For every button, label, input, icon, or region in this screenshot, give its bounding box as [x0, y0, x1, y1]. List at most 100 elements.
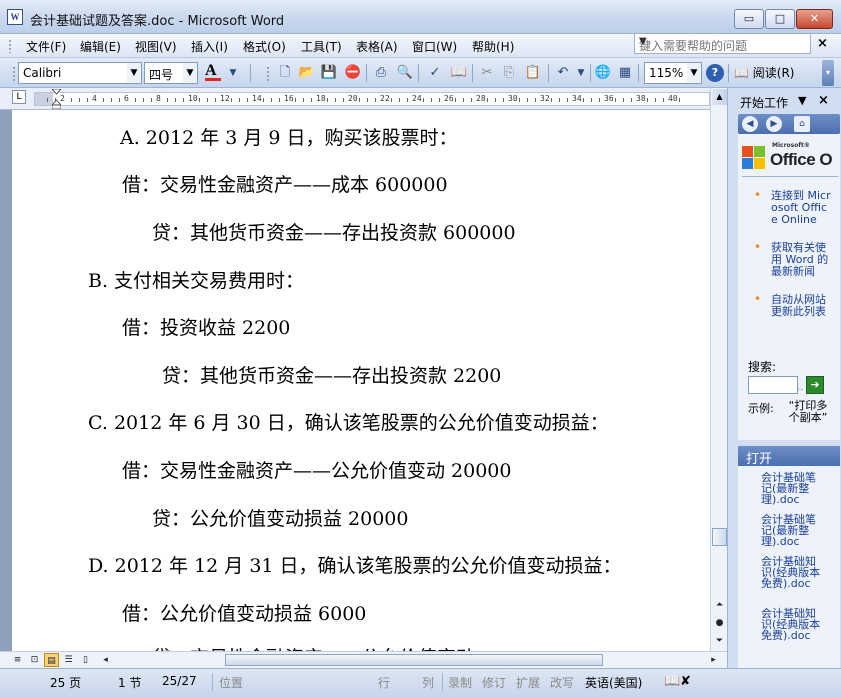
menu-insert[interactable]: 插入(I): [191, 38, 228, 55]
word-app-icon[interactable]: W: [7, 9, 23, 25]
status-language[interactable]: 英语(美国): [585, 674, 642, 691]
menubar-grip[interactable]: [8, 39, 12, 53]
status-trk[interactable]: 修订: [482, 674, 506, 691]
scroll-right-icon[interactable]: ▸: [706, 653, 721, 667]
print-icon[interactable]: ⎙: [372, 64, 390, 82]
menu-file[interactable]: 文件(F): [26, 38, 66, 55]
ruler-minor-tick: [311, 98, 312, 102]
ruler-minor-tick: [359, 98, 360, 102]
scroll-up-icon[interactable]: ▲: [712, 89, 727, 105]
minimize-button[interactable]: ▭: [734, 9, 764, 29]
status-ext[interactable]: 扩展: [516, 674, 540, 691]
table-icon[interactable]: ▦: [616, 64, 634, 82]
chevron-down-icon[interactable]: ▼: [224, 64, 242, 82]
logo-square: [742, 158, 753, 169]
read-mode-button[interactable]: 📖 阅读(R): [734, 64, 794, 81]
status-rec[interactable]: 录制: [448, 674, 472, 691]
maximize-button[interactable]: □: [765, 9, 795, 29]
print-layout-icon[interactable]: ▤: [44, 653, 59, 667]
document-line: 贷：其他货币资金——存出投资款 600000: [152, 222, 516, 244]
indent-marker[interactable]: [52, 89, 61, 109]
help-icon[interactable]: ?: [706, 64, 724, 82]
link-auto-update[interactable]: 自动从网站更新此列表: [771, 294, 833, 318]
status-ovr[interactable]: 改写: [550, 674, 574, 691]
toolbar-grip[interactable]: [266, 66, 270, 82]
ruler-minor-tick: [455, 98, 456, 102]
ruler-tick-label: 36: [604, 94, 614, 103]
paste-icon[interactable]: 📋: [524, 64, 542, 82]
document-line: 借：投资收益 2200: [122, 317, 291, 339]
ruler-minor-tick: [87, 98, 88, 102]
menu-format[interactable]: 格式(O): [243, 38, 286, 55]
forward-icon[interactable]: ▶: [766, 116, 782, 132]
menu-view[interactable]: 视图(V): [135, 38, 177, 55]
menu-help[interactable]: 帮助(H): [472, 38, 514, 55]
menu-edit[interactable]: 编辑(E): [80, 38, 121, 55]
toolbar-grip[interactable]: [12, 66, 16, 82]
select-browse-object-icon[interactable]: ●: [712, 616, 727, 630]
ruler-minor-tick: [263, 98, 264, 102]
font-name-select[interactable]: Calibri ▼: [18, 62, 142, 84]
document-close-icon[interactable]: ×: [817, 36, 828, 51]
search-label: 搜索:: [748, 360, 777, 374]
font-size-select[interactable]: 四号 ▼: [144, 62, 198, 84]
ruler-minor-tick: [271, 98, 272, 102]
vertical-scrollbar[interactable]: ▲ ⏶ ● ⏷: [710, 88, 727, 651]
open-icon[interactable]: 📂: [298, 64, 316, 82]
close-icon[interactable]: ×: [818, 93, 829, 108]
toolbar-separator: [638, 64, 639, 82]
menu-tools[interactable]: 工具(T): [301, 38, 342, 55]
home-icon[interactable]: ⌂: [794, 116, 810, 132]
permission-icon[interactable]: ⛔: [344, 64, 362, 82]
hyperlink-icon[interactable]: 🌐: [594, 64, 612, 82]
next-page-icon[interactable]: ⏷: [712, 634, 727, 648]
recent-file-link[interactable]: 会计基础知识(经典版本免费).doc: [761, 608, 821, 641]
recent-file-link[interactable]: 会计基础笔记(最新整理).doc: [761, 514, 821, 547]
menu-table[interactable]: 表格(A): [356, 38, 398, 55]
chevron-down-icon[interactable]: ▼: [687, 63, 701, 83]
chevron-down-icon[interactable]: ▼: [183, 63, 197, 83]
ruler-tick-label: 34: [572, 94, 582, 103]
chevron-down-icon[interactable]: ▼: [639, 36, 808, 47]
back-icon[interactable]: ◀: [742, 116, 758, 132]
web-layout-icon[interactable]: ⊡: [27, 653, 42, 667]
link-office-online[interactable]: 连接到 Microsoft Office Online: [771, 190, 833, 226]
recent-file-link[interactable]: 会计基础笔记(最新整理).doc: [761, 472, 821, 505]
horizontal-scrollbar[interactable]: ≡ ⊡ ▤ ☰ ▯ ◂ ▸: [0, 651, 727, 668]
chevron-down-icon[interactable]: ▼: [572, 64, 590, 82]
help-search-input[interactable]: 键入需要帮助的问题 ▼: [634, 33, 811, 54]
menu-window[interactable]: 窗口(W): [412, 38, 457, 55]
font-color-button[interactable]: A: [205, 62, 221, 81]
toolbar-options-button[interactable]: ▾: [822, 60, 834, 86]
document-page[interactable]: A. 2012 年 3 月 9 日，购买该股票时： 借：交易性金融资产——成本 …: [12, 110, 710, 651]
spelling-icon[interactable]: ✓: [426, 64, 444, 82]
cut-icon[interactable]: ✂: [478, 64, 496, 82]
print-preview-icon[interactable]: 🔍: [396, 64, 414, 82]
chevron-down-icon[interactable]: ▼: [127, 63, 141, 83]
search-input[interactable]: [748, 376, 798, 394]
undo-icon[interactable]: ↶: [554, 64, 572, 82]
reading-layout-icon[interactable]: ▯: [78, 653, 93, 667]
scroll-left-icon[interactable]: ◂: [98, 653, 113, 667]
task-pane-title[interactable]: 开始工作: [740, 94, 788, 111]
ruler-minor-tick: [303, 98, 304, 102]
zoom-select[interactable]: 115% ▼: [644, 62, 702, 84]
copy-icon[interactable]: ⎘: [500, 64, 518, 82]
previous-page-icon[interactable]: ⏶: [712, 598, 727, 612]
link-latest-news[interactable]: 获取有关使用 Word 的最新新闻: [771, 242, 833, 278]
tab-selector[interactable]: L: [12, 90, 26, 104]
save-icon[interactable]: 💾: [320, 64, 338, 82]
horizontal-scroll-thumb[interactable]: [225, 654, 603, 666]
research-icon[interactable]: 📖: [450, 64, 468, 82]
normal-view-icon[interactable]: ≡: [10, 653, 25, 667]
scroll-thumb[interactable]: [712, 528, 727, 546]
horizontal-ruler[interactable]: 2 4 6 8 10 12 14 16 18 20 22 24 26 28 30 32 34 36 38 40: [34, 92, 710, 106]
outline-view-icon[interactable]: ☰: [61, 653, 76, 667]
close-button[interactable]: ✕: [796, 9, 833, 29]
chevron-down-icon[interactable]: ▼: [798, 94, 806, 107]
document-area: A. 2012 年 3 月 9 日，购买该股票时： 借：交易性金融资产——成本 …: [0, 110, 710, 651]
recent-file-link[interactable]: 会计基础知识(经典版本免费).doc: [761, 556, 821, 589]
new-icon[interactable]: 🗋: [276, 64, 294, 82]
search-go-icon[interactable]: ➔: [806, 376, 824, 394]
spelling-status-icon[interactable]: 📖✘: [664, 674, 691, 689]
